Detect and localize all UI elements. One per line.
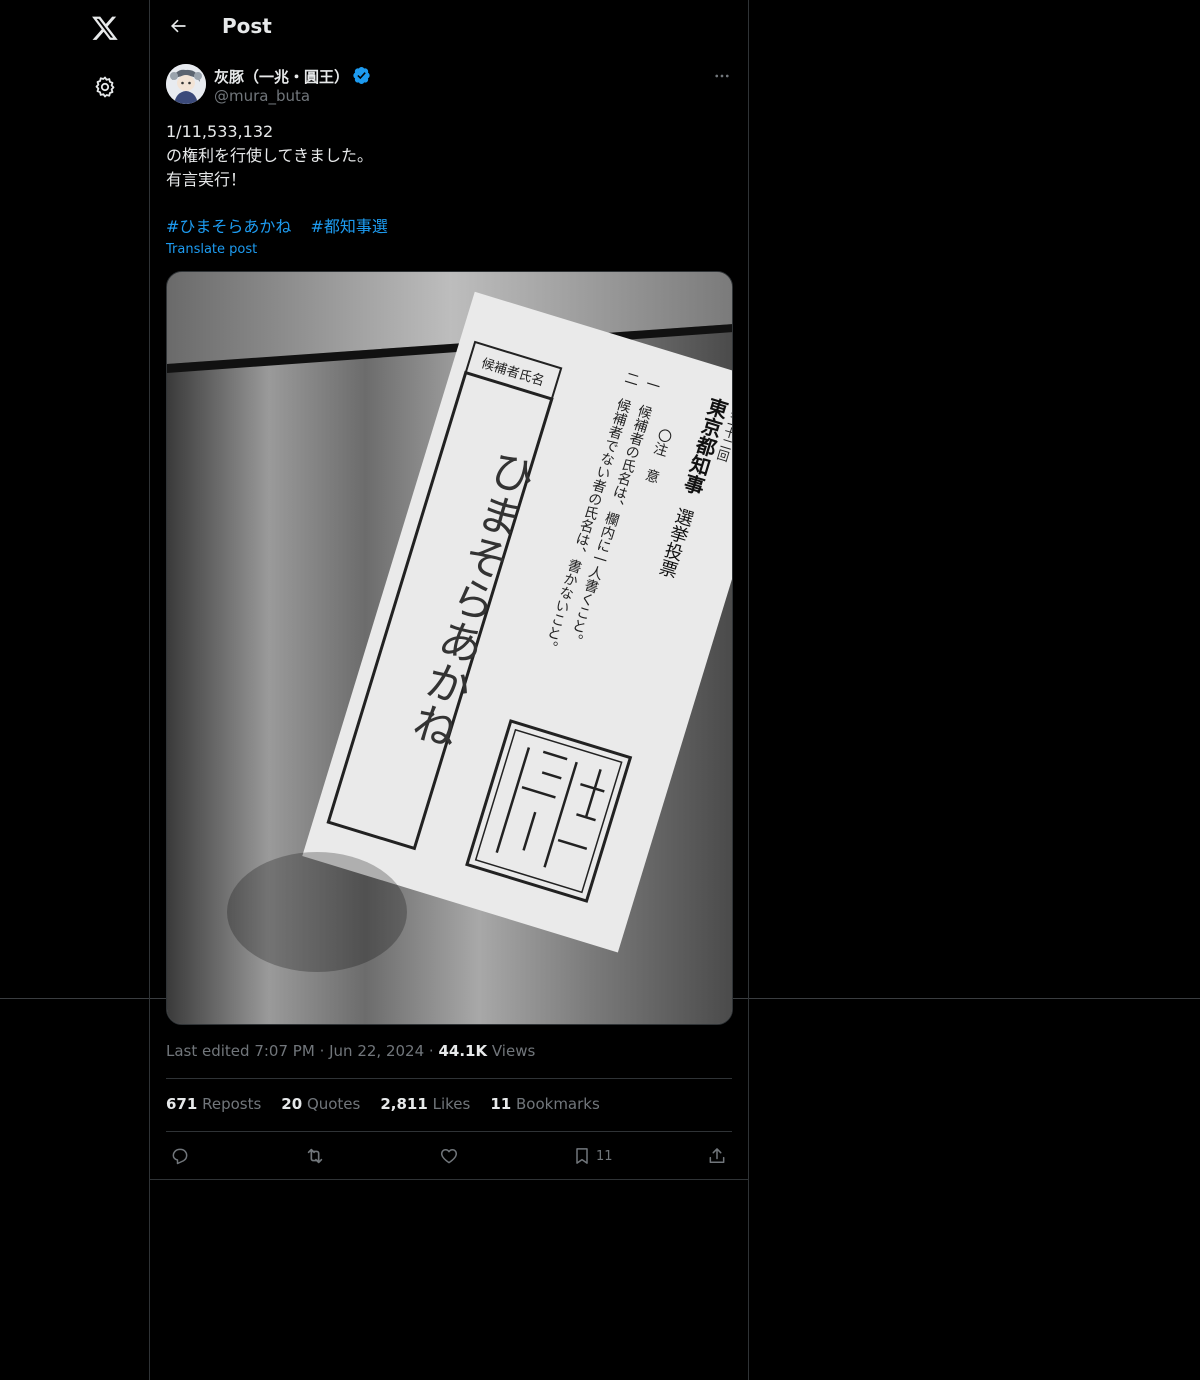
- views-label: Views: [491, 1042, 536, 1060]
- post-line: 1/11,533,132: [166, 122, 274, 141]
- post-actions: 11: [166, 1140, 732, 1172]
- divider: [166, 1131, 732, 1132]
- post-line: の権利を行使してきました。: [166, 146, 374, 165]
- bookmarks-count: 11: [490, 1095, 512, 1113]
- hashtag-link[interactable]: #ひまそらあかね: [166, 217, 291, 236]
- share-icon[interactable]: [707, 1140, 727, 1172]
- post-line: 有言実行！: [166, 170, 247, 189]
- post-author: 灰豚（一兆・圓王） @mura_buta: [166, 64, 734, 108]
- divider: [166, 1078, 732, 1079]
- more-icon[interactable]: [710, 64, 734, 88]
- post-stats: 671 Reposts 20 Quotes 2,811 Likes 11 Boo…: [166, 1095, 600, 1113]
- repost-icon[interactable]: [304, 1140, 326, 1172]
- like-icon[interactable]: [439, 1140, 459, 1172]
- back-arrow-icon[interactable]: [162, 10, 194, 42]
- main-column: Post 灰豚（一兆・圓王） @mura_buta 1/11,533,132 の…: [149, 0, 749, 1380]
- reposts-label: Reposts: [202, 1095, 262, 1113]
- likes-count: 2,811: [380, 1095, 428, 1113]
- bookmarks-label: Bookmarks: [515, 1095, 600, 1113]
- bookmark-icon[interactable]: 11: [572, 1140, 613, 1172]
- hashtag-link[interactable]: #都知事選: [311, 217, 388, 236]
- reposts-stat[interactable]: 671 Reposts: [166, 1095, 261, 1113]
- views-count: 44.1K: [438, 1042, 488, 1060]
- meta-separator: ·: [319, 1042, 330, 1060]
- quotes-count: 20: [281, 1095, 303, 1113]
- translate-post-link[interactable]: Translate post: [166, 242, 257, 257]
- author-name[interactable]: 灰豚（一兆・圓王）: [214, 66, 349, 87]
- hashtags: #ひまそらあかね #都知事選: [166, 215, 402, 239]
- post-edited-time[interactable]: Last edited 7:07 PM: [166, 1042, 315, 1060]
- avatar[interactable]: [166, 64, 206, 104]
- likes-label: Likes: [432, 1095, 471, 1113]
- divider: [150, 1179, 748, 1180]
- post-image[interactable]: 候補者氏名 ひまそらあかね 第二十二回 東京都知事 選挙投票 〇注 意 一 候補…: [166, 271, 733, 1025]
- reposts-count: 671: [166, 1095, 198, 1113]
- gear-icon[interactable]: [90, 72, 120, 102]
- author-handle[interactable]: @mura_buta: [214, 87, 310, 105]
- reply-icon[interactable]: [170, 1140, 190, 1172]
- likes-stat[interactable]: 2,811 Likes: [380, 1095, 470, 1113]
- quotes-stat[interactable]: 20 Quotes: [281, 1095, 360, 1113]
- bookmarks-stat[interactable]: 11 Bookmarks: [490, 1095, 599, 1113]
- x-logo-icon[interactable]: [89, 12, 121, 44]
- bookmark-count: 11: [596, 1148, 613, 1164]
- quotes-label: Quotes: [306, 1095, 361, 1113]
- post-meta: Last edited 7:07 PM · Jun 22, 2024 · 44.…: [166, 1042, 535, 1060]
- left-rail: [0, 0, 150, 1380]
- page-title: Post: [222, 14, 272, 38]
- page-header: Post: [150, 0, 748, 53]
- post-date[interactable]: Jun 22, 2024: [329, 1042, 424, 1060]
- verified-icon: [352, 66, 371, 85]
- post-text: 1/11,533,132 の権利を行使してきました。 有言実行！: [166, 120, 734, 192]
